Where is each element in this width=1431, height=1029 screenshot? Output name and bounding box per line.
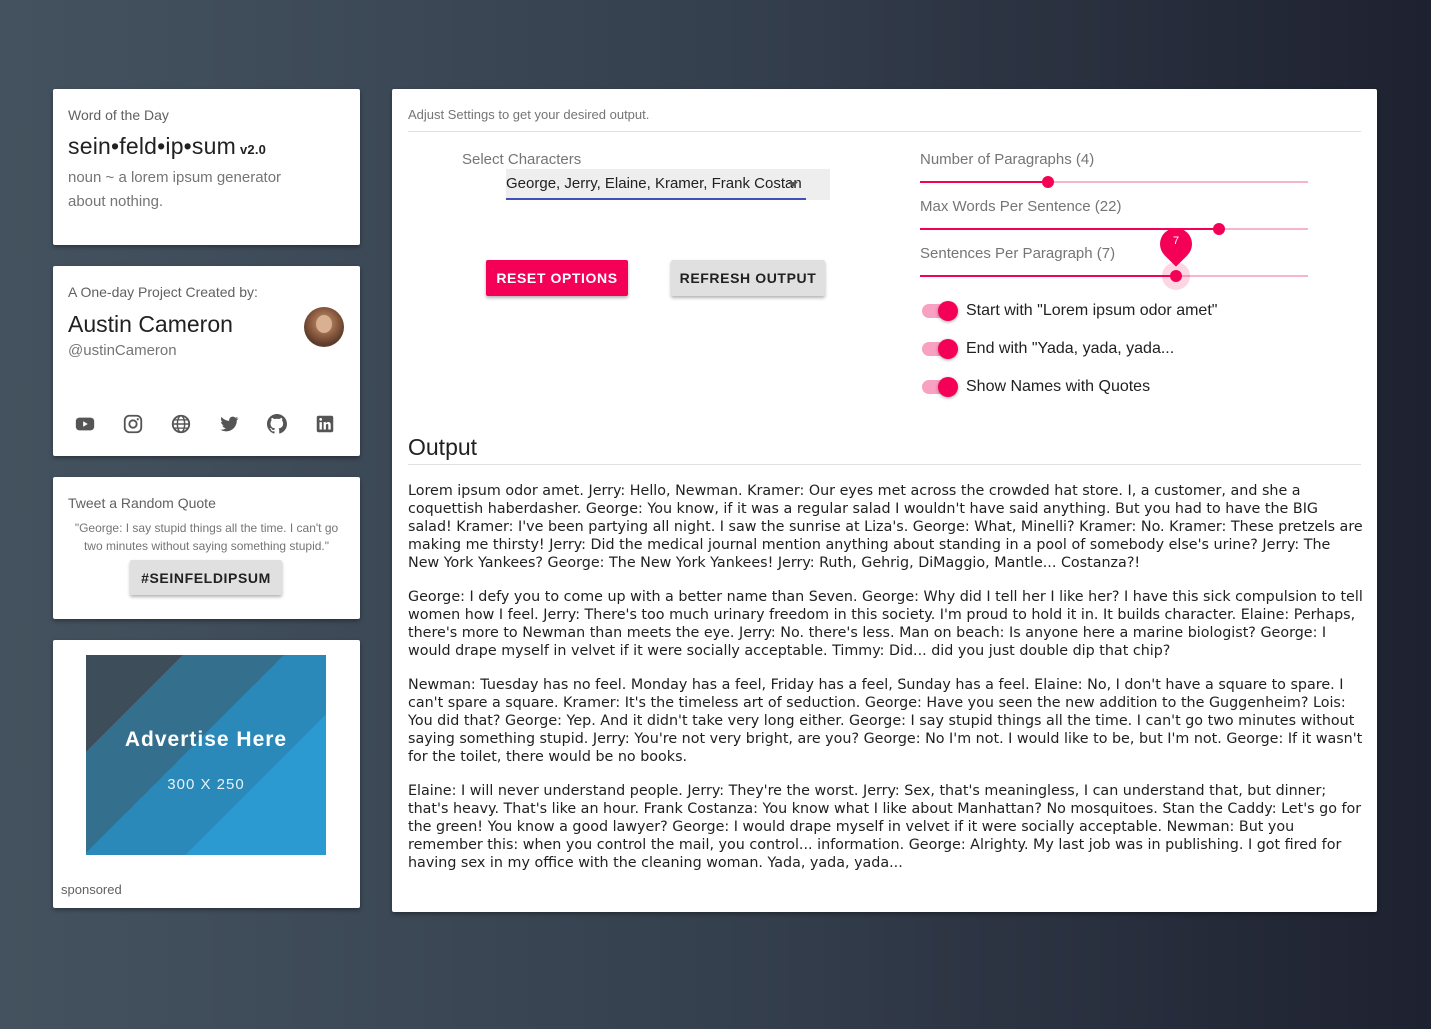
social-links xyxy=(73,412,337,436)
avatar xyxy=(304,307,344,347)
word-card-caption: Word of the Day xyxy=(68,107,169,123)
tweet-card: Tweet a Random Quote "George: I say stup… xyxy=(53,477,360,619)
youtube-icon[interactable] xyxy=(73,412,97,436)
switch-label: End with "Yada, yada, yada... xyxy=(966,340,1175,357)
max-words-slider[interactable] xyxy=(920,219,1308,239)
slider-thumb[interactable] xyxy=(1042,176,1055,188)
max-words-slider-label: Max Words Per Sentence (22) xyxy=(920,198,1122,215)
output-paragraph: Newman: Tuesday has no feel. Monday has … xyxy=(408,677,1363,765)
output-divider xyxy=(408,464,1361,465)
word-of-day-card: Word of the Day sein•feld•ip•sum v2.0 nou… xyxy=(53,89,360,245)
slider-thumb[interactable] xyxy=(1170,270,1183,282)
ad-title: Advertise Here xyxy=(124,728,288,751)
random-quote: "George: I say stupid things all the tim… xyxy=(74,521,339,553)
output-paragraph: Lorem ipsum odor amet. Jerry: Hello, New… xyxy=(408,483,1363,571)
output-paragraph: Elaine: I will never understand people. … xyxy=(408,783,1362,871)
instagram-icon[interactable] xyxy=(121,412,145,436)
word-definition: noun ~ a lorem ipsum generator about not… xyxy=(68,169,282,210)
slider-value-label: 7 xyxy=(1173,235,1180,247)
github-icon[interactable] xyxy=(265,412,289,436)
characters-select[interactable]: George, Jerry, Elaine, Kramer, Frank Cos… xyxy=(506,169,830,200)
switch-label: Show Names with Quotes xyxy=(966,378,1151,395)
sentences-slider-label: Sentences Per Paragraph (7) xyxy=(920,245,1116,262)
slider-fill xyxy=(920,275,1177,277)
linkedin-icon[interactable] xyxy=(313,412,337,436)
slider-fill xyxy=(920,181,1049,183)
switch-label: Start with "Lorem ipsum odor amet" xyxy=(966,302,1218,319)
characters-select-value: George, Jerry, Elaine, Kramer, Frank Cos… xyxy=(506,175,802,192)
author-card: A One-day Project Created by: Austin Cam… xyxy=(53,266,360,456)
word-title-text: sein•feld•ip•sum xyxy=(68,133,236,159)
tweet-button[interactable]: #SEINFELDIPSUM xyxy=(130,560,282,595)
globe-icon[interactable] xyxy=(169,412,193,436)
tweet-card-caption: Tweet a Random Quote xyxy=(68,495,216,511)
switch-end-yada[interactable]: End with "Yada, yada, yada... xyxy=(920,339,1174,359)
reset-options-button[interactable]: RESET OPTIONS xyxy=(486,260,628,296)
slider-thumb[interactable] xyxy=(1212,223,1225,235)
ad-size: 300 X 250 xyxy=(167,776,245,793)
toggle-switch[interactable] xyxy=(920,301,958,321)
switch-start-lorem[interactable]: Start with "Lorem ipsum odor amet" xyxy=(920,301,1217,321)
switch-show-names[interactable]: Show Names with Quotes xyxy=(920,377,1150,397)
paragraphs-slider-label: Number of Paragraphs (4) xyxy=(920,151,1095,168)
sentences-slider[interactable]: 7 xyxy=(920,221,1308,290)
dropdown-arrow-icon xyxy=(788,182,798,187)
toggle-switch[interactable] xyxy=(920,339,958,359)
refresh-output-button[interactable]: REFRESH OUTPUT xyxy=(671,260,825,296)
paragraphs-slider[interactable] xyxy=(920,172,1308,192)
author-card-caption: A One-day Project Created by: xyxy=(68,284,258,300)
output-title: Output xyxy=(408,434,478,460)
ad-banner[interactable]: Advertise Here 300 X 250 xyxy=(86,655,326,855)
settings-caption: Adjust Settings to get your desired outp… xyxy=(408,107,650,122)
toggle-switch[interactable] xyxy=(920,377,958,397)
word-title: sein•feld•ip•sum v2.0 xyxy=(68,133,345,160)
output-paragraph: George: I defy you to come up with a bet… xyxy=(408,589,1363,659)
author-handle: @ustinCameron xyxy=(68,342,177,359)
sponsored-label: sponsored xyxy=(61,882,122,897)
version-label: v2.0 xyxy=(240,142,267,157)
ad-card: Advertise Here 300 X 250 sponsored xyxy=(53,640,360,908)
select-characters-label: Select Characters xyxy=(462,151,582,168)
settings-output-card: Adjust Settings to get your desired outp… xyxy=(392,89,1377,912)
select-underline xyxy=(506,198,806,200)
header-divider xyxy=(408,131,1361,132)
output-text: Lorem ipsum odor amet. Jerry: Hello, New… xyxy=(408,482,1363,888)
twitter-icon[interactable] xyxy=(217,412,241,436)
